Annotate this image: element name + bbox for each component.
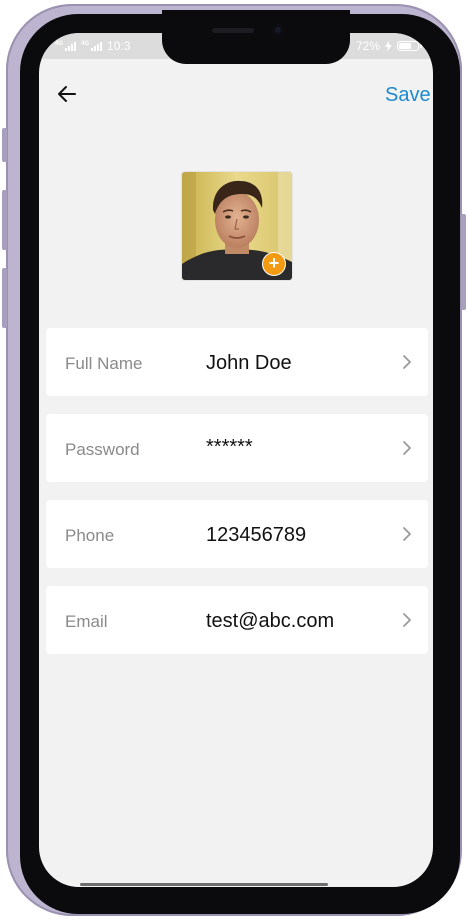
plus-icon: + xyxy=(268,253,280,273)
field-value: John Doe xyxy=(206,352,292,374)
power-button xyxy=(461,214,466,310)
volume-down-button xyxy=(2,268,7,328)
status-time: 10:3 xyxy=(107,39,131,53)
field-value: test@abc.com xyxy=(206,610,335,632)
notch xyxy=(162,10,350,64)
field-label: Phone xyxy=(65,526,115,545)
status-right: 72% xyxy=(355,39,422,53)
field-label: Password xyxy=(65,440,140,459)
field-label: Full Name xyxy=(65,354,143,373)
home-indicator xyxy=(80,883,328,886)
field-value: ****** xyxy=(206,436,253,458)
side-button xyxy=(2,128,7,162)
arrow-left-icon xyxy=(58,86,76,102)
field-row-email[interactable]: Email test@abc.com xyxy=(46,586,428,654)
battery-percent: 72% xyxy=(355,39,380,53)
chevron-right-icon xyxy=(403,441,411,455)
chevron-right-icon xyxy=(403,613,411,627)
signal-icon-2: 4G xyxy=(81,41,103,51)
signal-icon: 4G xyxy=(55,41,77,51)
front-camera xyxy=(272,24,284,36)
volume-up-button xyxy=(2,190,7,250)
network-type-label: 4G xyxy=(55,41,64,47)
field-row-phone[interactable]: Phone 123456789 xyxy=(46,500,428,568)
battery-icon xyxy=(397,41,422,51)
field-value: 123456789 xyxy=(206,524,307,546)
back-button[interactable] xyxy=(55,82,79,106)
save-button[interactable]: Save xyxy=(385,84,431,107)
chevron-right-icon xyxy=(403,355,411,369)
status-left: 4G 4G 10:3 xyxy=(55,39,130,53)
charging-icon xyxy=(385,40,392,52)
field-label: Email xyxy=(65,612,108,631)
speaker-grille xyxy=(212,28,254,33)
chevron-right-icon xyxy=(403,527,411,541)
network-type-label-2: 4G xyxy=(81,41,90,47)
field-row-password[interactable]: Password ****** xyxy=(46,414,428,482)
field-row-full-name[interactable]: Full Name John Doe xyxy=(46,328,428,396)
add-photo-button[interactable]: + xyxy=(262,252,286,276)
